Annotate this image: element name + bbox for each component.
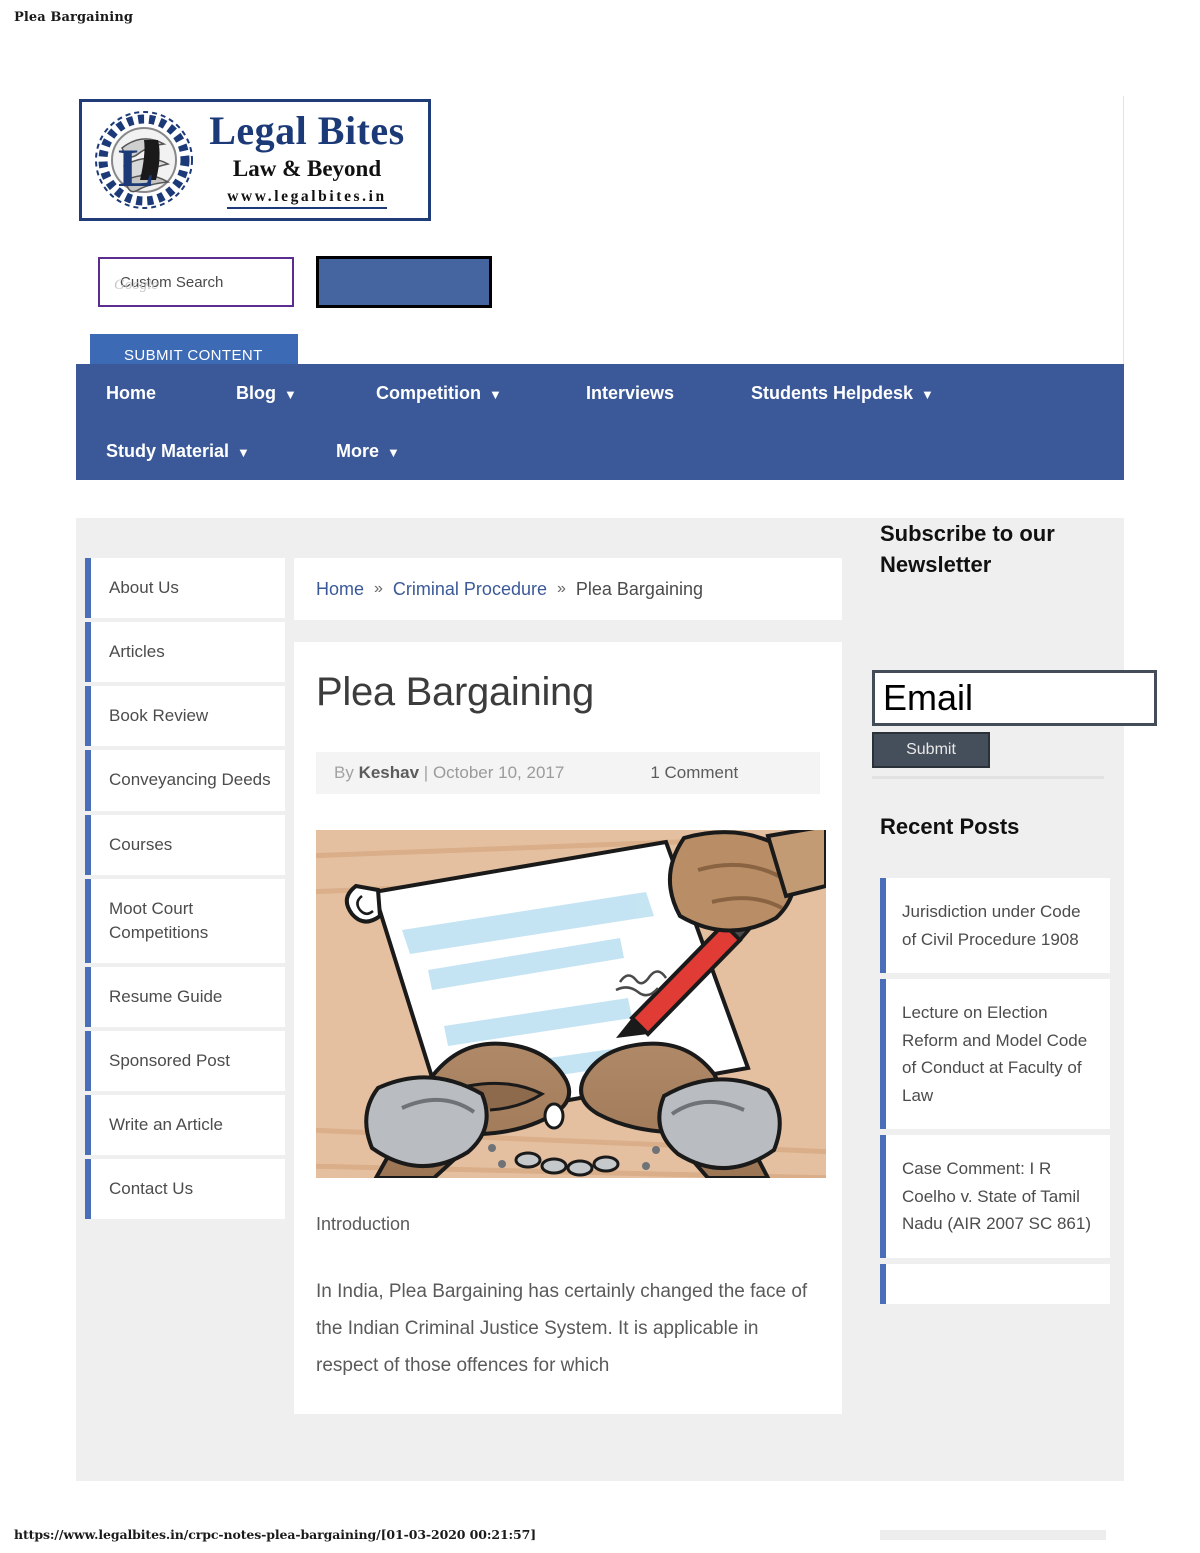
logo-subtitle: Law & Beyond (232, 155, 382, 181)
nav-row-2: Study Material ▼ More ▼ (76, 422, 1124, 480)
sidebar-item-book-review[interactable]: Book Review (85, 686, 285, 747)
print-page: Plea Bargaining L Legal Bites Law & Beyo… (0, 0, 1200, 1553)
breadcrumb-category[interactable]: Criminal Procedure (393, 579, 547, 600)
recent-post-title: Lecture on Election Reform and Model Cod… (902, 1003, 1088, 1105)
sidebar-item-label: Articles (109, 642, 165, 662)
breadcrumb: Home » Criminal Procedure » Plea Bargain… (294, 558, 842, 620)
search-input[interactable] (98, 257, 294, 307)
right-sidebar: Subscribe to our Newsletter Submit Recen… (866, 518, 1157, 1540)
content-area: About Us Articles Book Review Conveyanci… (76, 518, 1157, 1540)
nav-item-students-helpdesk[interactable]: Students Helpdesk ▼ (751, 383, 934, 404)
recent-posts-list: Jurisdiction under Code of Civil Procedu… (880, 878, 1110, 1304)
nav-row-1: Home Blog ▼ Competition ▼ Interviews Stu… (76, 364, 1124, 422)
sidebar-item-label: Resume Guide (109, 986, 223, 1006)
chevron-down-icon: ▼ (237, 444, 250, 460)
meta-separator: | (423, 763, 429, 782)
chevron-down-icon: ▼ (284, 386, 297, 402)
article-illustration (316, 830, 826, 1178)
nav-item-interviews[interactable]: Interviews (586, 383, 751, 404)
sidebar-item-resume-guide[interactable]: Resume Guide (85, 966, 285, 1028)
sidebar-item-label: Write an Article (109, 1115, 224, 1135)
list-item[interactable]: Jurisdiction under Code of Civil Procedu… (880, 878, 1110, 974)
article-section-heading: Introduction (316, 1214, 411, 1234)
recent-post-title: Case Comment: I R Coelho v. State of Tam… (902, 1159, 1091, 1234)
sidebar-item-label: Sponsored Post (109, 1051, 230, 1070)
list-item-partial[interactable] (880, 1263, 1110, 1304)
newsletter-heading: Subscribe to our Newsletter (880, 521, 1055, 578)
nav-item-competition[interactable]: Competition ▼ (376, 383, 586, 404)
nav-item-blog[interactable]: Blog ▼ (236, 383, 376, 404)
nav-label: Interviews (586, 382, 675, 403)
recent-post-title: Jurisdiction under Code of Civil Procedu… (902, 902, 1081, 949)
logo-title: Legal Bites (209, 107, 405, 153)
sidebar-item-courses[interactable]: Courses (85, 814, 285, 875)
sidebar-item-label: About Us (109, 578, 179, 597)
sidebar-item-label: Courses (109, 834, 173, 854)
search-button[interactable] (316, 256, 492, 308)
left-sidebar: About Us Articles Book Review Conveyanci… (85, 558, 285, 1223)
submit-content-label: SUBMIT CONTENT (124, 346, 263, 364)
sidebar-item-label: Book Review (109, 706, 209, 726)
recent-posts-heading: Recent Posts (880, 814, 1020, 839)
breadcrumb-separator: » (374, 580, 383, 597)
sidebar-item-sponsored-post[interactable]: Sponsored Post (85, 1031, 285, 1092)
nav-item-more[interactable]: More ▼ (336, 441, 400, 462)
article-column: Home » Criminal Procedure » Plea Bargain… (294, 558, 842, 1415)
breadcrumb-current: Plea Bargaining (575, 578, 703, 599)
main-navigation: Home Blog ▼ Competition ▼ Interviews Stu… (76, 364, 1124, 480)
article-card: Plea Bargaining By Keshav | October 10, … (294, 642, 842, 1415)
chevron-down-icon: ▼ (489, 386, 502, 402)
logo-url: www.legalbites.in (227, 188, 387, 210)
svg-text:L: L (118, 138, 154, 198)
nav-item-home[interactable]: Home (106, 383, 236, 404)
nav-label: Students Helpdesk (751, 382, 914, 403)
article-meta: By Keshav | October 10, 2017 1 Comment (316, 752, 820, 794)
header-spacer (76, 480, 1124, 518)
meta-by-prefix: By (334, 763, 354, 782)
article-paragraph: In India, Plea Bargaining has certainly … (316, 1281, 808, 1377)
nav-label: Blog (236, 382, 276, 403)
chevron-down-icon: ▼ (921, 386, 934, 402)
nav-label: Study Material (106, 440, 230, 461)
sidebar-item-moot-court-competitions[interactable]: Moot Court Competitions (85, 878, 285, 964)
nav-label: Home (106, 382, 157, 403)
comment-count[interactable]: 1 Comment (650, 763, 738, 783)
print-footer-url: https://www.legalbites.in/crpc-notes-ple… (14, 1527, 537, 1542)
site-container: L Legal Bites Law & Beyond www.legalbite… (76, 96, 1157, 1540)
sidebar-item-about-us[interactable]: About Us (85, 558, 285, 619)
meta-author[interactable]: Keshav (359, 763, 419, 783)
print-header-title: Plea Bargaining (14, 10, 134, 25)
sidebar-item-articles[interactable]: Articles (85, 622, 285, 683)
email-field[interactable] (872, 670, 1157, 726)
newsletter-submit-button[interactable]: Submit (872, 732, 990, 768)
list-item[interactable]: Case Comment: I R Coelho v. State of Tam… (880, 1135, 1110, 1258)
sidebar-item-contact-us[interactable]: Contact Us (85, 1159, 285, 1220)
page-title: Plea Bargaining (316, 670, 594, 714)
site-logo[interactable]: L Legal Bites Law & Beyond www.legalbite… (79, 99, 431, 221)
list-item[interactable]: Lecture on Election Reform and Model Cod… (880, 979, 1110, 1130)
sidebar-item-write-an-article[interactable]: Write an Article (85, 1095, 285, 1156)
sidebar-item-label: Conveyancing Deeds (109, 770, 271, 790)
nav-label: Competition (376, 382, 481, 403)
recent-posts-widget: Recent Posts Jurisdiction under Code of … (866, 814, 1124, 1310)
chevron-down-icon: ▼ (387, 444, 400, 460)
sidebar-divider (872, 776, 1104, 779)
sidebar-item-label: Contact Us (109, 1179, 194, 1199)
legal-bites-emblem-icon: L (92, 108, 196, 212)
nav-item-study-material[interactable]: Study Material ▼ (106, 441, 336, 462)
list-separator (880, 1530, 1106, 1540)
breadcrumb-home[interactable]: Home (316, 579, 364, 600)
nav-label: More (336, 440, 380, 461)
sidebar-item-label: Moot Court Competitions (109, 898, 209, 942)
meta-date: October 10, 2017 (432, 763, 565, 782)
breadcrumb-separator: » (556, 580, 566, 597)
sidebar-item-conveyancing-deeds[interactable]: Conveyancing Deeds (85, 750, 285, 811)
